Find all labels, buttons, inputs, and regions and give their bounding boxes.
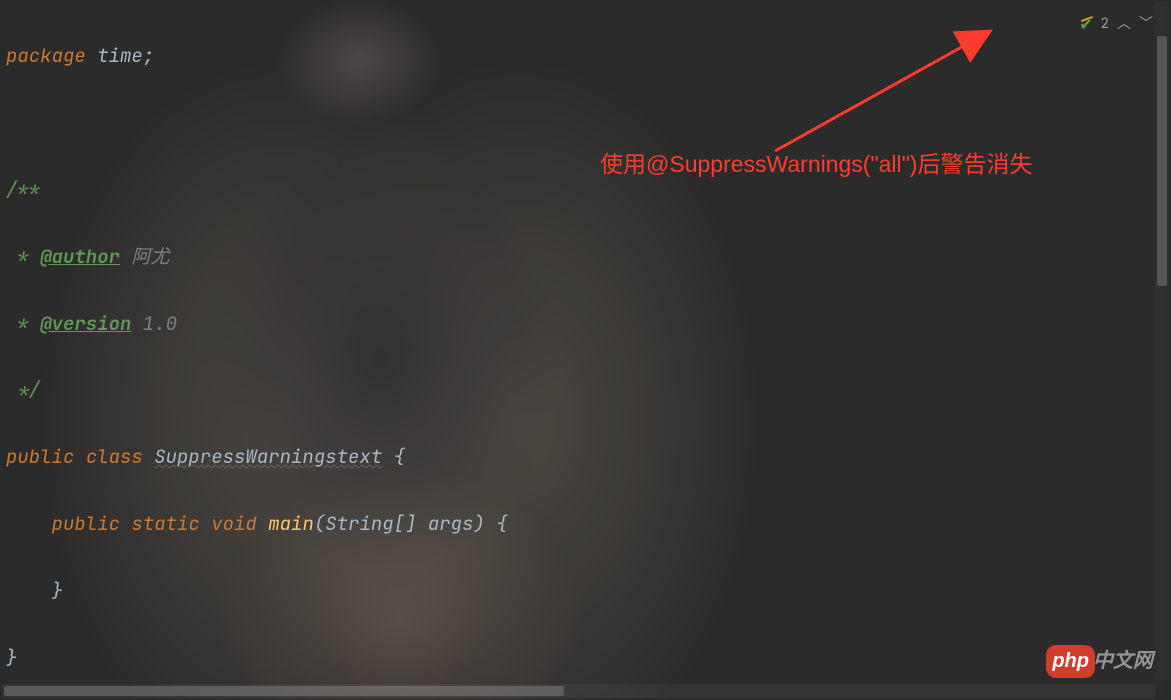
watermark-text: 中文网 xyxy=(1093,650,1153,672)
code-line[interactable] xyxy=(6,106,1171,139)
code-line[interactable]: } xyxy=(6,574,1171,607)
code-line[interactable]: * @author 阿尤 xyxy=(6,240,1171,273)
chevron-down-icon[interactable]: ﹀ xyxy=(1139,8,1153,41)
code-line[interactable]: * @version 1.0 xyxy=(6,307,1171,340)
inspection-indicators: ✔ 2 ︿ ﹀ xyxy=(1079,8,1153,41)
keyword: public xyxy=(6,444,74,469)
doc-comment: 阿尤 xyxy=(120,244,169,269)
problem-count[interactable]: 2 xyxy=(1101,8,1109,41)
horizontal-scrollbar-track[interactable] xyxy=(2,684,1155,698)
checkmark-icon[interactable]: ✔ xyxy=(1079,8,1092,41)
chevron-up-icon[interactable]: ︿ xyxy=(1117,8,1131,41)
annotation-text: 使用@SuppressWarnings("all")后警告消失 xyxy=(600,148,1032,181)
watermark-badge: php xyxy=(1046,645,1095,678)
brace: { xyxy=(382,444,405,469)
doc-comment: /** xyxy=(6,177,40,202)
keyword: class xyxy=(86,444,143,469)
code-line[interactable]: public class SuppressWarningstext { xyxy=(6,440,1171,473)
code-line[interactable]: } xyxy=(6,641,1171,674)
vertical-scrollbar-track[interactable] xyxy=(1155,2,1169,680)
doc-comment: 1.0 xyxy=(131,311,177,336)
doc-comment: * xyxy=(6,311,40,336)
doc-tag-version: @version xyxy=(40,311,131,336)
code-editor[interactable]: package time; /** * @author 阿尤 * @versio… xyxy=(0,0,1171,700)
package-name: time xyxy=(86,43,143,68)
vertical-scrollbar-thumb[interactable] xyxy=(1157,36,1167,286)
class-name: SuppressWarningstext xyxy=(154,444,382,469)
doc-comment: */ xyxy=(6,377,40,402)
code-line[interactable]: */ xyxy=(6,373,1171,406)
keyword: static xyxy=(131,511,199,536)
doc-tag-author: @author xyxy=(40,244,120,269)
keyword: void xyxy=(211,511,257,536)
keyword: package xyxy=(6,43,86,68)
code-line[interactable]: package time; xyxy=(6,39,1171,72)
keyword: public xyxy=(52,511,120,536)
parameters: String[] args xyxy=(325,511,473,536)
semicolon: ; xyxy=(143,43,154,68)
watermark: php中文网 xyxy=(1046,645,1153,678)
doc-comment: * xyxy=(6,244,40,269)
code-line[interactable]: public static void main(String[] args) { xyxy=(6,507,1171,540)
horizontal-scrollbar-thumb[interactable] xyxy=(4,686,564,696)
method-name: main xyxy=(268,511,314,536)
